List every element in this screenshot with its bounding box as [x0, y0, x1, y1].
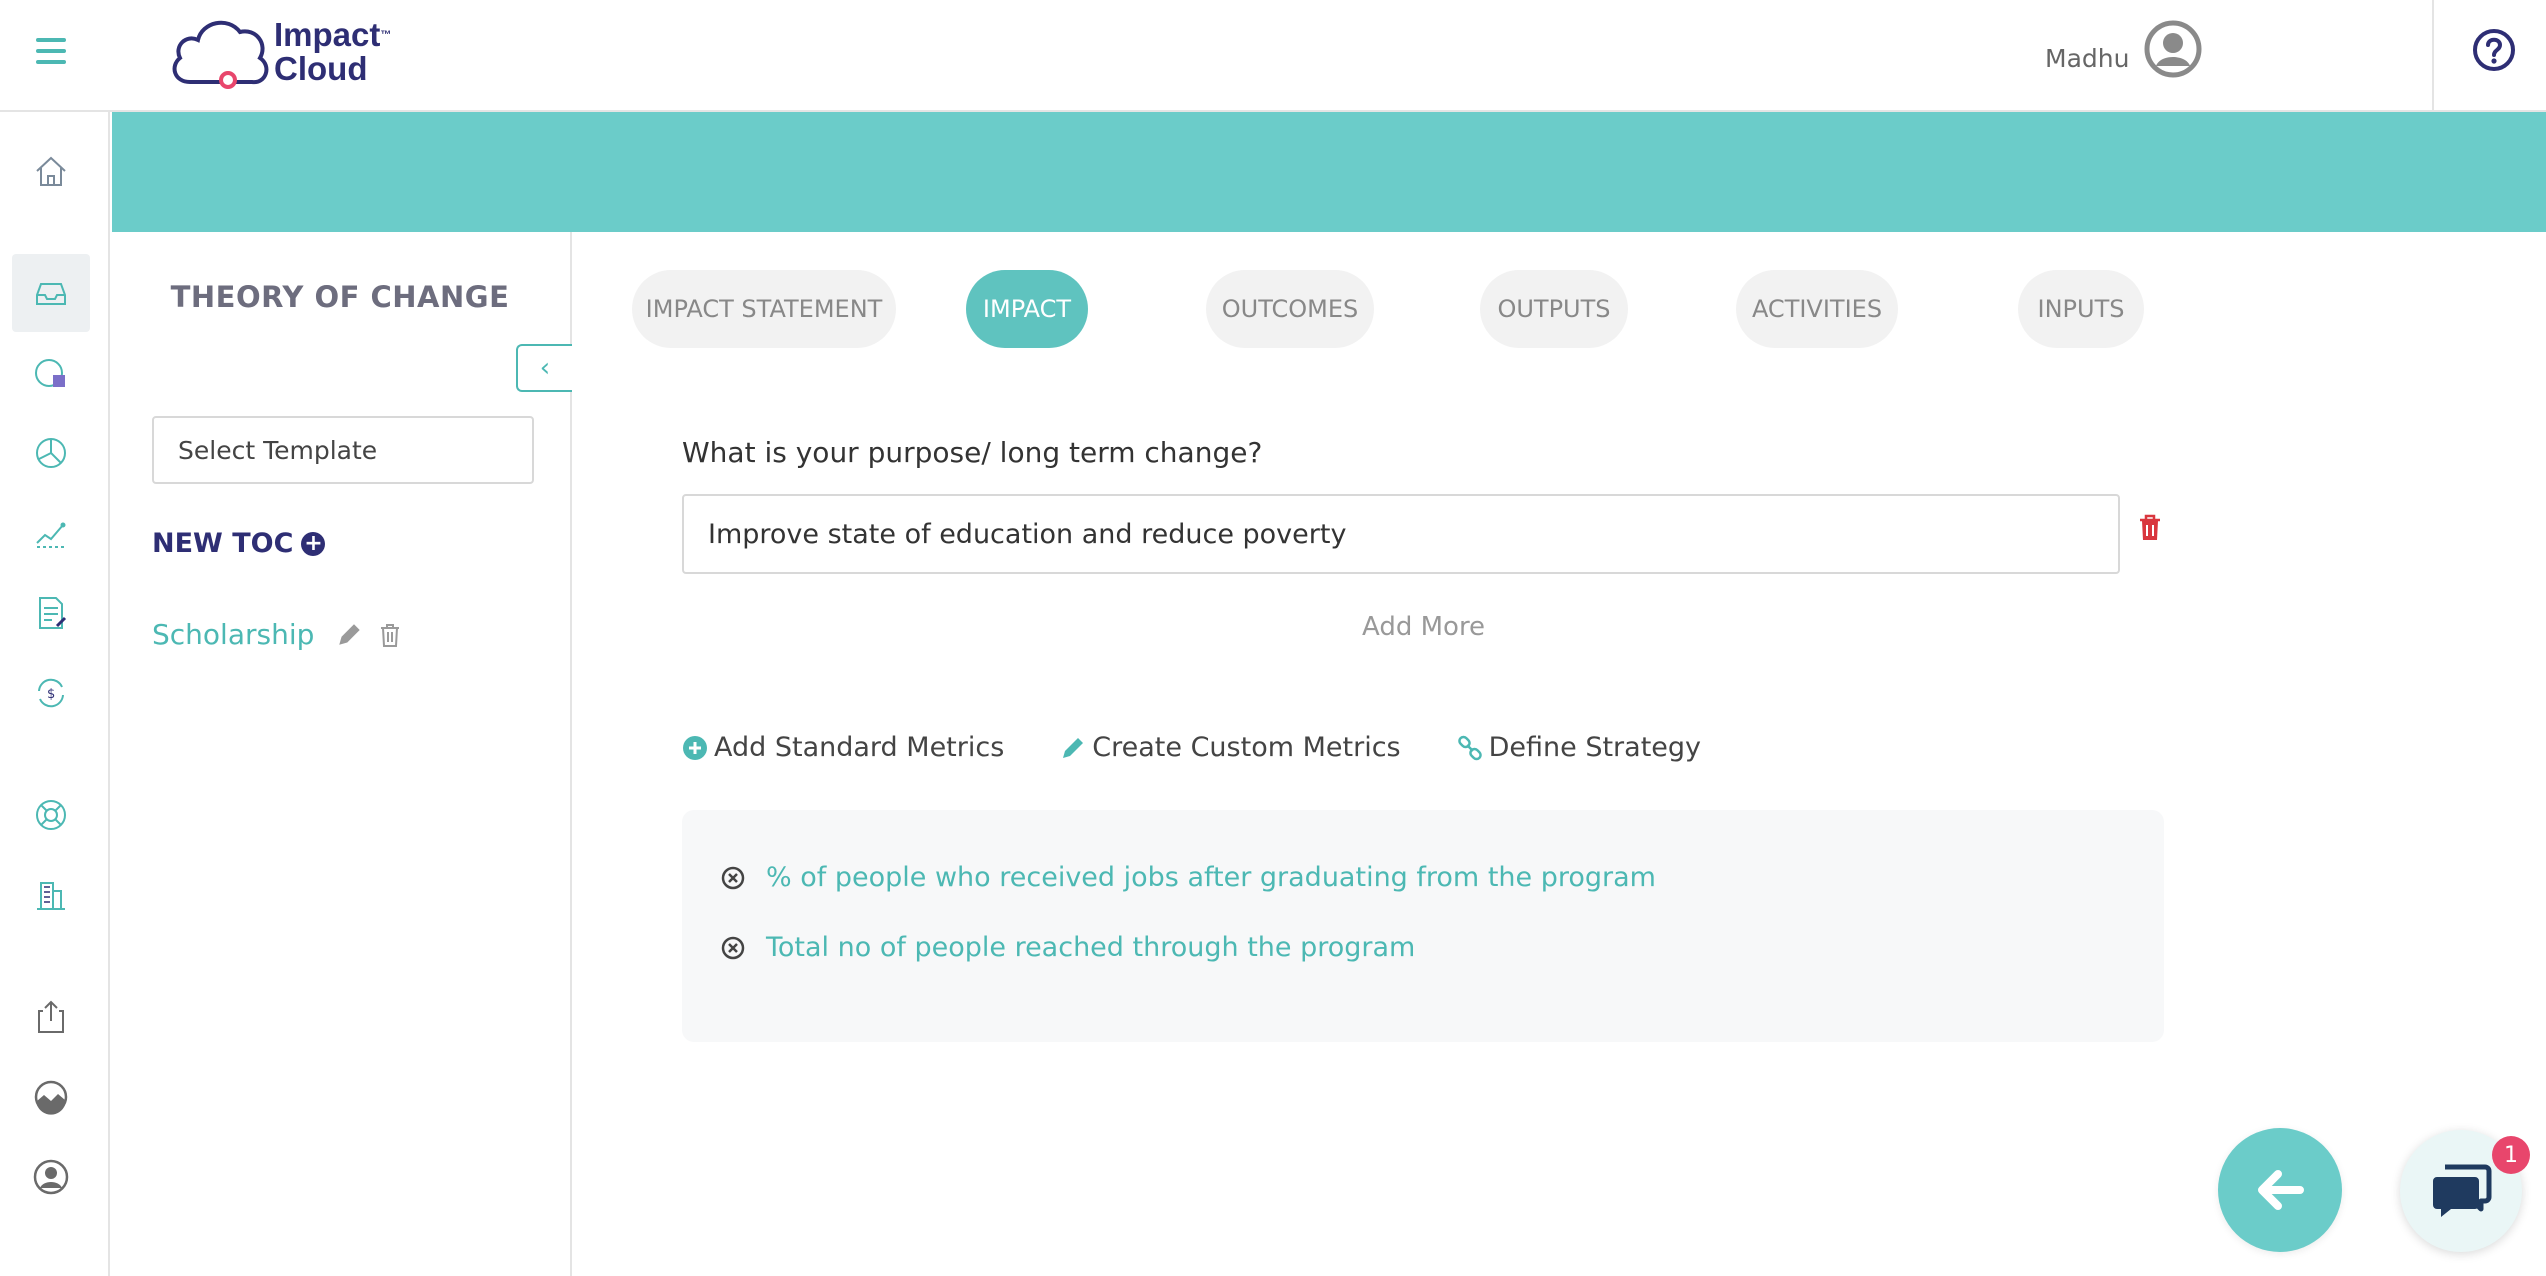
add-standard-metrics-button[interactable]: Add Standard Metrics [682, 732, 1004, 763]
create-custom-metrics-button[interactable]: Create Custom Metrics [1060, 732, 1401, 763]
select-template-label: Select Template [178, 435, 378, 465]
edit-document-icon[interactable] [12, 574, 90, 652]
metric-actions: Add Standard Metrics Create Custom Metri… [682, 732, 1757, 763]
home-icon[interactable] [12, 132, 90, 210]
link-icon [1457, 735, 1482, 760]
delete-answer-icon[interactable] [2138, 514, 2162, 542]
panel-title: THEORY OF CHANGE [170, 280, 510, 314]
add-more-link[interactable]: Add More [1362, 612, 1485, 642]
cloud-logo-icon [172, 20, 269, 89]
tab-outcomes[interactable]: OUTCOMES [1206, 270, 1374, 348]
toc-item-label[interactable]: Scholarship [152, 618, 314, 651]
lifebuoy-icon[interactable] [12, 776, 90, 854]
remove-metric-icon[interactable] [720, 865, 746, 891]
create-custom-metrics-label: Create Custom Metrics [1092, 732, 1401, 763]
user-icon[interactable] [12, 1138, 90, 1216]
tab-outputs[interactable]: OUTPUTS [1480, 270, 1628, 348]
buildings-icon[interactable] [12, 856, 90, 934]
header-divider [2432, 0, 2434, 112]
user-name[interactable]: Madhu [2045, 44, 2129, 73]
tab-impact-statement[interactable]: IMPACT STATEMENT [632, 270, 896, 348]
logo-text: Impact™ Cloud [274, 16, 392, 87]
arrow-left-icon [2258, 1170, 2304, 1210]
metric-label[interactable]: Total no of people reached through the p… [766, 932, 1415, 963]
chat-unread-badge: 1 [2492, 1136, 2530, 1174]
chat-bubbles-icon [2433, 1164, 2492, 1217]
list-item: Total no of people reached through the p… [720, 932, 1415, 963]
inbox-icon[interactable] [12, 254, 90, 332]
plus-circle-icon: + [301, 531, 326, 556]
user-avatar-icon[interactable] [2144, 20, 2202, 78]
page-banner [112, 112, 2546, 232]
hamburger-menu-icon[interactable] [36, 38, 66, 64]
add-standard-metrics-label: Add Standard Metrics [714, 732, 1005, 763]
pencil-icon[interactable] [336, 622, 362, 648]
top-header: Impact™ Cloud Madhu [0, 0, 2546, 112]
question-label: What is your purpose/ long term change? [682, 436, 1263, 469]
tab-activities[interactable]: ACTIVITIES [1736, 270, 1898, 348]
tab-inputs[interactable]: INPUTS [2018, 270, 2144, 348]
landscape-icon[interactable] [12, 1058, 90, 1136]
export-icon[interactable] [12, 978, 90, 1056]
svg-text:$: $ [47, 687, 55, 702]
new-toc-label: NEW TOC [152, 528, 294, 559]
selected-metrics-list: % of people who received jobs after grad… [682, 810, 2164, 1042]
trash-icon[interactable] [378, 622, 402, 648]
currency-cycle-icon[interactable]: $ [12, 654, 90, 732]
chevron-left-icon: ‹ [539, 353, 551, 383]
list-item: % of people who received jobs after grad… [720, 862, 1656, 893]
help-icon[interactable] [2472, 28, 2516, 72]
pie-chart-icon[interactable] [12, 414, 90, 492]
new-toc-button[interactable]: NEW TOC + [152, 528, 326, 559]
toc-list-item: Scholarship [152, 618, 402, 651]
metric-label[interactable]: % of people who received jobs after grad… [766, 862, 1656, 893]
trend-chart-icon[interactable] [12, 494, 90, 572]
pencil-icon [1063, 737, 1084, 758]
define-strategy-button[interactable]: Define Strategy [1457, 732, 1701, 763]
globe-doc-icon[interactable] [12, 334, 90, 412]
toc-panel: THEORY OF CHANGE ‹ Select Template NEW T… [112, 232, 572, 1276]
select-template-dropdown[interactable]: Select Template [152, 416, 534, 484]
plus-circle-icon [683, 735, 707, 760]
remove-metric-icon[interactable] [720, 935, 746, 961]
define-strategy-label: Define Strategy [1488, 732, 1702, 763]
impact-cloud-logo[interactable]: Impact™ Cloud [168, 10, 408, 96]
left-nav-rail: $ [0, 112, 110, 1276]
long-term-change-input[interactable] [682, 494, 2120, 574]
back-button[interactable] [2218, 1128, 2342, 1252]
collapse-panel-button[interactable]: ‹ [516, 344, 572, 392]
tab-impact[interactable]: IMPACT [966, 270, 1088, 348]
